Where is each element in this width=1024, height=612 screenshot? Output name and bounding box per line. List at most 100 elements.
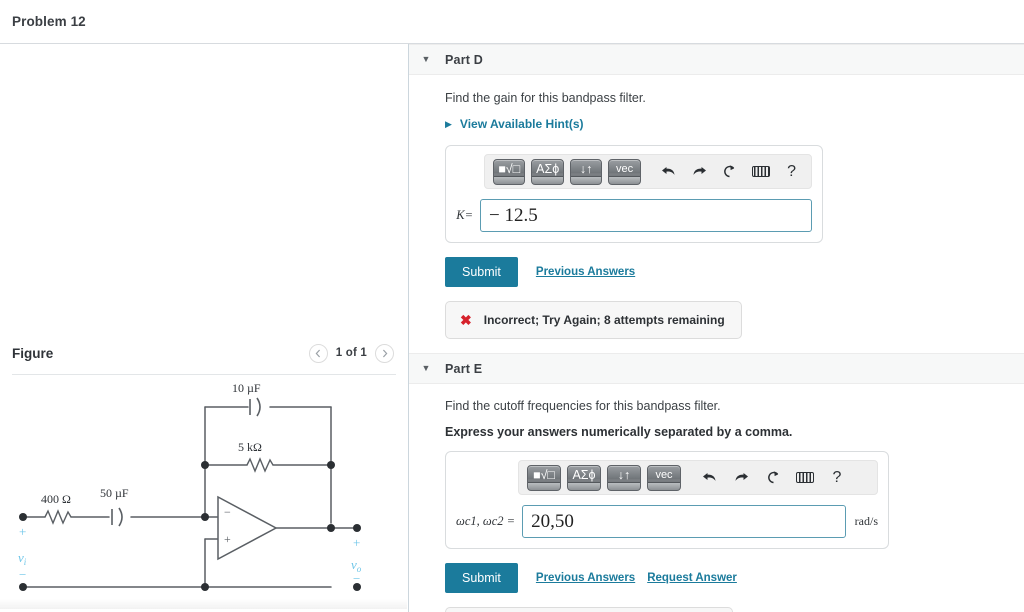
help-glyph: ? xyxy=(787,162,797,180)
button-lower-strip xyxy=(609,175,640,184)
opamp-inverting-label: − xyxy=(224,505,231,519)
figure-label: Figure xyxy=(12,345,54,361)
feedback-resistor-label: 5 kΩ xyxy=(238,440,262,454)
circuit-diagram: 10 µF 5 kΩ 400 Ω 50 µF − + + vi − + vo − xyxy=(0,379,408,609)
figure-header: Figure 1 of 1 xyxy=(0,336,408,370)
vector-glyph: vec xyxy=(655,468,673,481)
undo-icon[interactable] xyxy=(657,160,680,184)
resistor-zigzag-5k xyxy=(246,457,274,473)
button-lower-strip xyxy=(568,481,600,490)
variable-k: K xyxy=(456,208,465,222)
figure-divider xyxy=(12,374,396,375)
part-d-prompt: Find the gain for this bandpass filter. xyxy=(445,91,646,105)
answer-card-d: ■√□ ΑΣϕ ↓↑ vec ? K= − 12.5 xyxy=(445,145,823,243)
answer-variable-e: ωc1, ωc2 = xyxy=(456,514,516,528)
resistor-zigzag-400 xyxy=(44,509,72,525)
input-plus-label: + xyxy=(19,524,26,539)
math-toolbar-e: ■√□ ΑΣϕ ↓↑ vec ? xyxy=(518,460,878,495)
greek-symbols-button[interactable]: ΑΣϕ xyxy=(531,158,564,185)
part-body-e: Find the cutoff frequencies for this ban… xyxy=(409,384,1024,612)
button-lower-strip xyxy=(570,175,602,184)
chevron-left-icon[interactable] xyxy=(308,343,328,363)
figure-pane: Figure 1 of 1 10 µF 5 kΩ 400 Ω 50 µF − +… xyxy=(0,44,409,612)
question-pane[interactable]: ▼ Part D Find the gain for this bandpass… xyxy=(409,44,1024,612)
equals-sign: = xyxy=(464,208,473,222)
output-minus-label: − xyxy=(353,571,360,586)
input-resistor-label: 400 Ω xyxy=(41,492,71,506)
top-header-bar: Problem 12 xyxy=(0,0,1024,44)
hint-row-d[interactable]: ▶ View Available Hint(s) xyxy=(445,117,1024,131)
feedback-capacitor-label: 10 µF xyxy=(232,381,261,395)
part-e-bold-prompt: Express your answers numerically separat… xyxy=(445,425,793,439)
x-mark-icon: ✖ xyxy=(460,312,472,328)
previous-answers-link-e[interactable]: Previous Answers xyxy=(536,572,635,584)
math-template-button[interactable]: ■√□ xyxy=(527,464,561,491)
figure-block: Figure 1 of 1 10 µF 5 kΩ 400 Ω 50 µF − +… xyxy=(0,336,408,609)
submit-row-e: Submit Previous Answers Request Answer xyxy=(445,563,1024,593)
vector-button[interactable]: vec xyxy=(647,464,681,491)
part-header-e[interactable]: ▼ Part E xyxy=(409,353,1024,384)
part-e-prompt: Find the cutoff frequencies for this ban… xyxy=(445,399,721,413)
figure-pager: 1 of 1 xyxy=(308,343,394,363)
input-capacitor-label: 50 µF xyxy=(100,486,129,500)
button-lower-strip xyxy=(608,481,640,490)
button-lower-strip xyxy=(532,175,563,184)
answer-input-e[interactable] xyxy=(522,505,846,538)
part-header-d[interactable]: ▼ Part D xyxy=(409,44,1024,75)
answer-input-d[interactable] xyxy=(480,199,812,232)
greek-symbols-glyph: ΑΣϕ xyxy=(536,161,560,176)
input-minus-label: − xyxy=(19,567,26,582)
input-voltage-label: vi xyxy=(18,550,27,567)
greek-symbols-glyph: ΑΣϕ xyxy=(572,467,596,482)
next-feedback-card-stub xyxy=(445,607,733,612)
arrows-button[interactable]: ↓↑ xyxy=(569,158,603,185)
help-icon[interactable]: ? xyxy=(825,466,849,490)
help-glyph: ? xyxy=(832,468,842,486)
arrows-button[interactable]: ↓↑ xyxy=(607,464,641,491)
undo-icon[interactable] xyxy=(697,466,721,490)
caret-right-icon[interactable]: ▶ xyxy=(445,119,452,129)
math-template-glyph: ■√□ xyxy=(498,161,521,176)
previous-answers-link-d[interactable]: Previous Answers xyxy=(536,266,635,278)
feedback-text-d: Incorrect; Try Again; 8 attempts remaini… xyxy=(483,313,725,327)
keyboard-icon[interactable] xyxy=(749,160,772,184)
submit-button-d[interactable]: Submit xyxy=(445,257,518,287)
chevron-right-icon[interactable] xyxy=(375,343,394,363)
keyboard-icon[interactable] xyxy=(793,466,817,490)
page-title: Problem 12 xyxy=(12,14,86,29)
reset-icon[interactable] xyxy=(719,160,742,184)
reset-icon[interactable] xyxy=(761,466,785,490)
part-body-d: Find the gain for this bandpass filter. … xyxy=(409,75,1024,345)
math-toolbar-d: ■√□ ΑΣϕ ↓↑ vec ? xyxy=(484,154,812,189)
part-title-d: Part D xyxy=(445,52,484,67)
answer-input-row-e: ωc1, ωc2 = rad/s xyxy=(456,505,878,538)
feedback-banner-d: ✖ Incorrect; Try Again; 8 attempts remai… xyxy=(445,301,742,339)
figure-fade xyxy=(0,599,407,609)
request-answer-link-e[interactable]: Request Answer xyxy=(647,572,737,584)
help-icon[interactable]: ? xyxy=(780,160,803,184)
button-lower-strip xyxy=(648,481,680,490)
submit-button-e[interactable]: Submit xyxy=(445,563,518,593)
answer-input-row-d: K= xyxy=(456,199,812,232)
redo-icon[interactable] xyxy=(688,160,711,184)
opamp-noninverting-label: + xyxy=(224,532,231,546)
part-title-e: Part E xyxy=(445,361,483,376)
answer-card-e: ■√□ ΑΣϕ ↓↑ vec ? ωc1, ωc2 = 20,50 rad/s xyxy=(445,451,889,549)
redo-icon[interactable] xyxy=(729,466,753,490)
figure-page-indicator: 1 of 1 xyxy=(335,347,367,359)
greek-symbols-button[interactable]: ΑΣϕ xyxy=(567,464,601,491)
view-hints-link-d[interactable]: View Available Hint(s) xyxy=(460,117,584,131)
vector-button[interactable]: vec xyxy=(608,158,641,185)
answer-unit-e: rad/s xyxy=(854,514,878,528)
answer-variable-d: K= xyxy=(456,208,473,223)
caret-down-icon[interactable]: ▼ xyxy=(417,55,439,64)
button-lower-strip xyxy=(494,175,525,184)
math-template-glyph: ■√□ xyxy=(533,467,555,482)
arrows-glyph: ↓↑ xyxy=(579,161,593,176)
output-plus-label: + xyxy=(353,535,360,550)
math-template-button[interactable]: ■√□ xyxy=(493,158,526,185)
content-split: Figure 1 of 1 10 µF 5 kΩ 400 Ω 50 µF − +… xyxy=(0,44,1024,612)
caret-down-icon[interactable]: ▼ xyxy=(417,364,439,373)
submit-row-d: Submit Previous Answers xyxy=(445,257,1024,287)
button-lower-strip xyxy=(528,481,560,490)
